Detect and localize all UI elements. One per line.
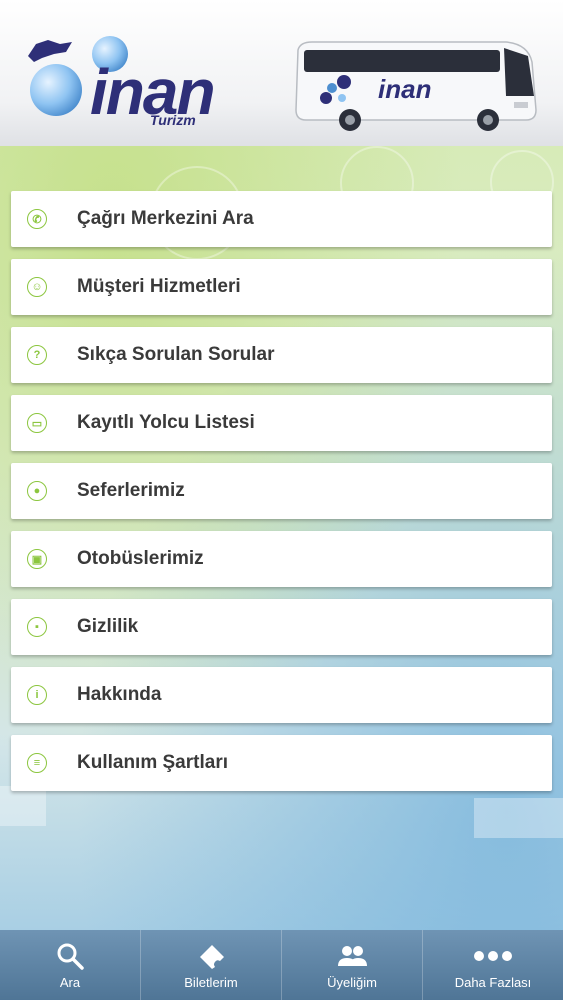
ticket-icon bbox=[196, 943, 226, 969]
menu-item-privacy[interactable]: ▪ Gizlilik bbox=[11, 599, 552, 655]
tab-label: Biletlerim bbox=[184, 975, 238, 990]
menu-item-terms[interactable]: ≡ Kullanım Şartları bbox=[11, 735, 552, 791]
bus-icon: ▣ bbox=[27, 549, 47, 569]
logo-subtext: Turizm bbox=[150, 112, 196, 128]
menu-item-call-center[interactable]: ✆ Çağrı Merkezini Ara bbox=[11, 191, 552, 247]
menu-item-label: Gizlilik bbox=[77, 616, 139, 637]
menu-item-passenger-list[interactable]: ▭ Kayıtlı Yolcu Listesi bbox=[11, 395, 552, 451]
menu-item-customer-service[interactable]: ☺ Müşteri Hizmetleri bbox=[11, 259, 552, 315]
menu-item-label: Otobüslerimiz bbox=[77, 548, 204, 569]
menu-item-label: Müşteri Hizmetleri bbox=[77, 276, 241, 297]
users-icon bbox=[336, 943, 368, 969]
bottom-tab-bar: Ara Biletlerim Üyeliğim Daha Fazlası bbox=[0, 930, 563, 1000]
lock-icon: ▪ bbox=[27, 617, 47, 637]
app-header: inan Turizm inan bbox=[0, 0, 563, 147]
tab-label: Ara bbox=[59, 975, 81, 990]
question-icon: ? bbox=[27, 345, 47, 365]
menu-item-buses[interactable]: ▣ Otobüslerimiz bbox=[11, 531, 552, 587]
menu-item-about[interactable]: i Hakkında bbox=[11, 667, 552, 723]
location-pin-icon: ● bbox=[27, 481, 47, 501]
menu-item-label: Sıkça Sorulan Sorular bbox=[77, 344, 275, 365]
tab-tickets[interactable]: Biletlerim bbox=[141, 930, 282, 1000]
menu-item-label: Hakkında bbox=[77, 684, 162, 705]
tab-more[interactable]: Daha Fazlası bbox=[423, 930, 563, 1000]
passenger-card-icon: ▭ bbox=[27, 413, 47, 433]
menu-list: ✆ Çağrı Merkezini Ara ☺ Müşteri Hizmetle… bbox=[11, 191, 552, 803]
menu-item-faq[interactable]: ? Sıkça Sorulan Sorular bbox=[11, 327, 552, 383]
menu-item-label: Seferlerimiz bbox=[77, 480, 185, 501]
list-icon: ≡ bbox=[27, 753, 47, 773]
info-icon: i bbox=[27, 685, 47, 705]
menu-item-label: Çağrı Merkezini Ara bbox=[77, 208, 254, 229]
menu-item-label: Kullanım Şartları bbox=[77, 752, 228, 773]
tab-membership[interactable]: Üyeliğim bbox=[282, 930, 423, 1000]
inan-turizm-logo: inan Turizm bbox=[26, 32, 226, 132]
menu-item-label: Kayıtlı Yolcu Listesi bbox=[77, 412, 255, 433]
search-icon bbox=[56, 943, 84, 970]
more-icon bbox=[473, 943, 513, 969]
tab-search[interactable]: Ara bbox=[0, 930, 141, 1000]
bus-image: inan bbox=[292, 36, 542, 132]
menu-item-routes[interactable]: ● Seferlerimiz bbox=[11, 463, 552, 519]
phone-icon: ✆ bbox=[27, 209, 47, 229]
tab-label: Daha Fazlası bbox=[454, 975, 532, 990]
customer-service-icon: ☺ bbox=[27, 277, 47, 297]
bus-brand-text: inan bbox=[378, 74, 432, 104]
tab-label: Üyeliğim bbox=[327, 975, 377, 990]
